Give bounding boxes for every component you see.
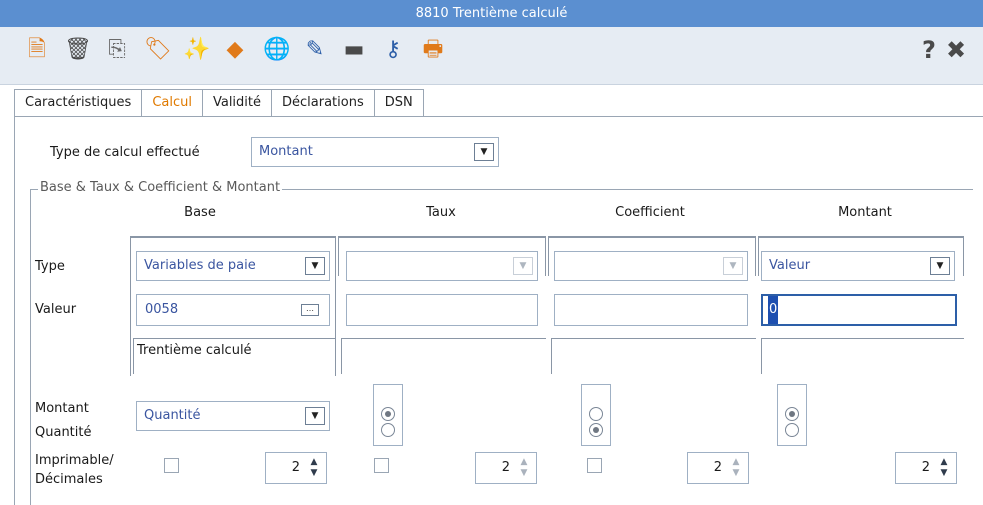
- row-label-montant: Montant: [35, 401, 89, 416]
- coefficient-decimales-value: 2: [713, 460, 722, 475]
- base-decimales-stepper[interactable]: 2 ▲ ▼: [265, 452, 327, 484]
- coefficient-radio-quantite[interactable]: [589, 423, 603, 437]
- magic-wand-icon[interactable]: ✨: [183, 37, 210, 63]
- chevron-down-icon[interactable]: ▼: [474, 143, 494, 161]
- taux-radio-montant[interactable]: [381, 407, 395, 421]
- printer-icon[interactable]: 🖶: [420, 37, 446, 63]
- base-decimales-value: 2: [291, 460, 300, 475]
- column-header-base: Base: [184, 205, 216, 220]
- montant-decimales-stepper[interactable]: 2 ▲ ▼: [895, 452, 957, 484]
- ellipsis-button[interactable]: …: [301, 304, 319, 316]
- toolbar: 🗎 🗑 ⎘ 🏷 ✨ ◆ 🌐 ✎ ▬ ⚷ 🖶? ✖: [0, 27, 983, 85]
- tab-validite[interactable]: Validité: [202, 89, 273, 117]
- montant-valeur-value: 0: [768, 296, 779, 324]
- base-montant-quantite-value: Quantité: [144, 408, 201, 423]
- montant-decimales-value: 2: [921, 460, 930, 475]
- taux-decimales-stepper[interactable]: 2 ▲ ▼: [475, 452, 537, 484]
- base-montant-quantite-select[interactable]: Quantité ▼: [136, 401, 330, 431]
- calc-type-value: Montant: [259, 144, 313, 159]
- coefficient-type-select[interactable]: ▼: [554, 251, 748, 281]
- taux-montant-quantite-radio-group: [373, 384, 403, 446]
- tab-declarations[interactable]: Déclarations: [272, 89, 375, 117]
- base-type-value: Variables de paie: [144, 258, 256, 273]
- coefficient-imprimable-checkbox[interactable]: [587, 458, 602, 473]
- coefficient-montant-quantite-radio-group: [581, 384, 611, 446]
- tab-calcul[interactable]: Calcul: [142, 89, 203, 117]
- pin-icon[interactable]: ✎: [302, 37, 328, 63]
- help-icon[interactable]: ?: [922, 37, 936, 63]
- taux-valeur-field[interactable]: [346, 294, 538, 326]
- globe-icon[interactable]: 🌐: [263, 37, 290, 63]
- calc-type-select[interactable]: Montant ▼: [251, 137, 499, 167]
- row-label-quantite: Quantité: [35, 425, 92, 440]
- tab-dsn[interactable]: DSN: [374, 89, 424, 117]
- row-label-imprimable: Imprimable/: [35, 453, 114, 468]
- taux-imprimable-checkbox[interactable]: [374, 458, 389, 473]
- coefficient-radio-montant[interactable]: [589, 407, 603, 421]
- base-imprimable-checkbox[interactable]: [164, 458, 179, 473]
- folder-icon[interactable]: ▬: [341, 37, 367, 63]
- taux-description-box: [341, 338, 546, 374]
- column-header-montant: Montant: [838, 205, 892, 220]
- chevron-down-icon[interactable]: ▼: [305, 407, 325, 425]
- montant-radio-quantite[interactable]: [785, 423, 799, 437]
- tab-bar: Caractéristiques Calcul Validité Déclara…: [14, 89, 424, 117]
- montant-valeur-field[interactable]: 0: [761, 294, 957, 326]
- coefficient-valeur-field[interactable]: [554, 294, 748, 326]
- window-title: 8810 Trentième calculé: [0, 0, 983, 27]
- chevron-down-icon[interactable]: ▼: [305, 257, 325, 275]
- montant-description-box: [761, 338, 964, 374]
- up-down-arrows-icon[interactable]: ▲ ▼: [730, 457, 742, 479]
- calculator-icon[interactable]: ◆: [222, 37, 248, 63]
- chevron-down-icon[interactable]: ▼: [930, 257, 950, 275]
- tab-caracteristiques[interactable]: Caractéristiques: [14, 89, 143, 117]
- row-label-valeur: Valeur: [35, 302, 77, 317]
- trash-icon[interactable]: 🗑: [64, 37, 92, 63]
- copy-icon[interactable]: ⎘: [104, 37, 130, 63]
- close-icon[interactable]: ✖: [946, 37, 966, 63]
- montant-montant-quantite-radio-group: [777, 384, 807, 446]
- base-description-box: Trentième calculé: [133, 338, 336, 374]
- taux-radio-quantite[interactable]: [381, 423, 395, 437]
- montant-type-value: Valeur: [769, 258, 811, 273]
- calc-type-label: Type de calcul effectué: [50, 145, 200, 160]
- base-valeur-field[interactable]: 0058 …: [136, 294, 330, 326]
- up-down-arrows-icon[interactable]: ▲ ▼: [308, 457, 320, 479]
- chevron-down-icon[interactable]: ▼: [723, 257, 743, 275]
- key-icon[interactable]: ⚷: [380, 37, 406, 63]
- base-description: Trentième calculé: [137, 343, 252, 358]
- column-header-coefficient: Coefficient: [615, 205, 685, 220]
- montant-radio-montant[interactable]: [785, 407, 799, 421]
- taux-type-select[interactable]: ▼: [346, 251, 538, 281]
- taux-decimales-value: 2: [501, 460, 510, 475]
- coefficient-decimales-stepper[interactable]: 2 ▲ ▼: [687, 452, 749, 484]
- montant-type-select[interactable]: Valeur ▼: [761, 251, 955, 281]
- up-down-arrows-icon[interactable]: ▲ ▼: [938, 457, 950, 479]
- base-type-select[interactable]: Variables de paie ▼: [136, 251, 330, 281]
- column-header-taux: Taux: [426, 205, 456, 220]
- base-valeur-value: 0058: [145, 302, 179, 317]
- new-document-icon[interactable]: 🗎: [24, 37, 50, 63]
- coefficient-description-box: [551, 338, 756, 374]
- group-legend: Base & Taux & Coefficient & Montant: [38, 180, 283, 195]
- tag-link-icon[interactable]: 🏷: [144, 37, 172, 63]
- chevron-down-icon[interactable]: ▼: [513, 257, 533, 275]
- row-label-type: Type: [35, 259, 65, 274]
- row-label-decimales: Décimales: [35, 472, 103, 487]
- up-down-arrows-icon[interactable]: ▲ ▼: [518, 457, 530, 479]
